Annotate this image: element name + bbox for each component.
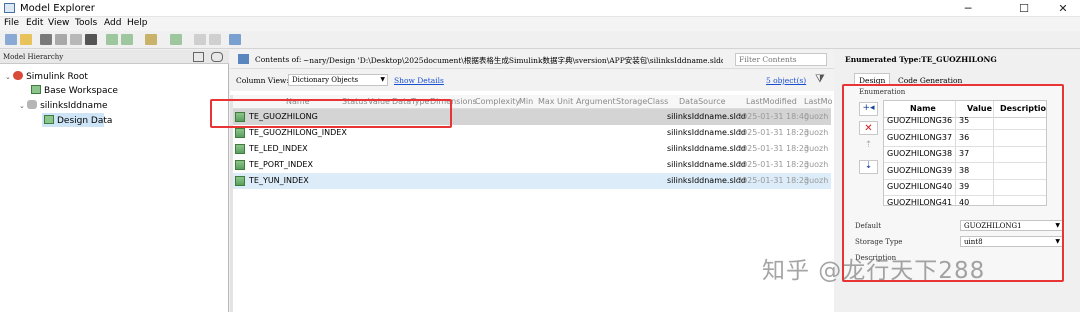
col-min[interactable]: Min	[519, 97, 533, 106]
menu-add[interactable]: Add	[104, 18, 121, 28]
add-parameter-icon[interactable]	[170, 34, 182, 45]
design-data-icon	[44, 115, 54, 124]
table-row[interactable]: TE_YUN_INDEX silinksIddname.sldd 2025-01-3…	[233, 173, 831, 189]
col-argument[interactable]: Argument	[576, 97, 616, 106]
contents-label: Contents of:	[255, 55, 302, 64]
open-folder-icon[interactable]	[20, 34, 32, 45]
column-view-select[interactable]: Dictionary Objects ▼	[288, 74, 388, 86]
watermark: 知乎 @龙行天下288	[762, 258, 986, 284]
menu-edit[interactable]: Edit	[26, 18, 43, 28]
table-row[interactable]: TE_LED_INDEX silinksIddname.sldd 2025-01-3…	[233, 141, 831, 157]
dictionary-icon	[27, 100, 38, 109]
enum-type-icon	[235, 144, 245, 154]
toolbar	[0, 31, 1080, 49]
tree-item-simulink-root[interactable]: ⌄ Simulink Root	[5, 71, 88, 82]
col-datasource[interactable]: DataSource	[679, 97, 726, 106]
close-button[interactable]: ✕	[1046, 0, 1080, 17]
add-grid-icon[interactable]	[106, 34, 118, 45]
minimize-button[interactable]: ─	[951, 0, 985, 17]
enum-type-icon	[235, 176, 245, 186]
menu-tools[interactable]: Tools	[75, 18, 97, 28]
title-bar: Model Explorer ─ ☐ ✕	[0, 0, 1080, 17]
model-explorer-icon	[4, 3, 15, 13]
new-model-icon[interactable]	[5, 34, 17, 45]
col-storageclass[interactable]: StorageClass	[616, 97, 668, 106]
show-panes-icon[interactable]	[229, 34, 241, 45]
menu-view[interactable]: View	[48, 18, 69, 28]
menu-bar: File Edit View Tools Add Help	[0, 17, 1080, 31]
highlight-box-row	[210, 99, 452, 128]
disabled-tool-icon	[194, 34, 206, 45]
copy-icon[interactable]	[55, 34, 67, 45]
col-lastmodifiedby[interactable]: LastMo	[804, 97, 832, 106]
glasses-icon[interactable]	[211, 52, 223, 62]
enum-type-icon	[235, 160, 245, 170]
properties-title: Enumerated Type:TE_GUOZHILONG	[845, 55, 997, 64]
pin-icon[interactable]	[193, 52, 204, 62]
show-details-link[interactable]: Show Details	[394, 76, 444, 85]
col-unit[interactable]: Unit	[557, 97, 573, 106]
tree-item-dictionary[interactable]: ⌄ silinksIddname	[19, 100, 108, 111]
chevron-down-icon: ▼	[380, 76, 385, 83]
contents-path: ~nary/Design 'D:\Desktop\2025document\根据…	[303, 56, 723, 65]
col-complexity[interactable]: Complexity	[475, 97, 520, 106]
column-view-label: Column View:	[236, 76, 289, 85]
tree-item-design-data[interactable]: Design Data	[42, 113, 112, 127]
add-signal-icon[interactable]	[145, 34, 157, 45]
menu-file[interactable]: File	[4, 18, 19, 28]
disabled-tool2-icon	[209, 34, 221, 45]
contents-pane: Contents of: ~nary/Design 'D:\Desktop\20…	[230, 50, 834, 312]
menu-help[interactable]: Help	[127, 18, 148, 28]
table-row[interactable]: TE_PORT_INDEX silinksIddname.sldd 2025-01-…	[233, 157, 831, 173]
contents-icon	[238, 54, 249, 64]
object-count-link[interactable]: 5 object(s)	[766, 76, 806, 85]
col-lastmodified[interactable]: LastModified	[746, 97, 797, 106]
paste-icon[interactable]	[70, 34, 82, 45]
tree-item-base-workspace[interactable]: Base Workspace	[31, 85, 118, 96]
enum-type-icon	[235, 128, 245, 138]
model-hierarchy-pane: Model Hierarchy ⌄ Simulink Root Base Wor…	[0, 50, 229, 312]
filter-contents-input[interactable]	[735, 53, 827, 66]
simulink-root-icon	[13, 71, 24, 80]
filter-funnel-icon[interactable]: ⧩	[815, 72, 825, 86]
maximize-button[interactable]: ☐	[1007, 0, 1041, 17]
workspace-icon	[31, 85, 41, 94]
delete-icon[interactable]	[85, 34, 97, 45]
col-max[interactable]: Max	[538, 97, 555, 106]
cut-icon[interactable]	[40, 34, 52, 45]
window-title: Model Explorer	[20, 3, 95, 14]
add-table-icon[interactable]	[121, 34, 133, 45]
